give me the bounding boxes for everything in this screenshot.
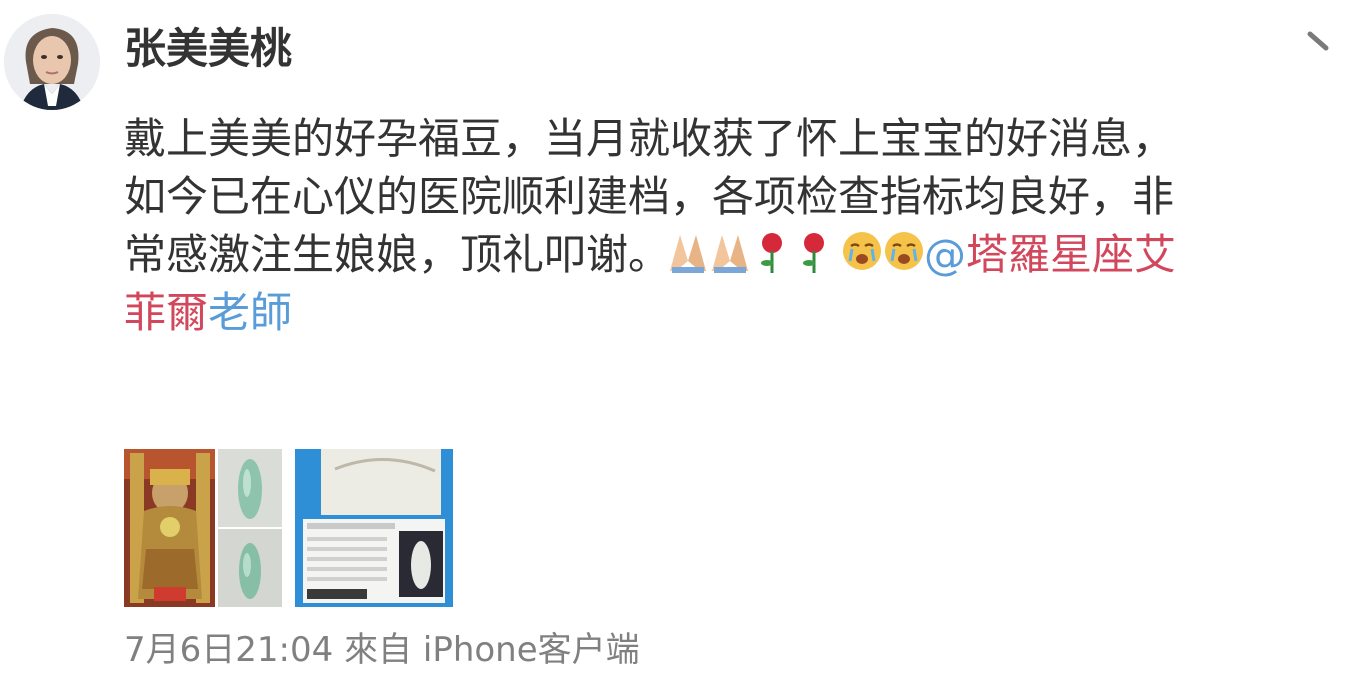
emoji-strip	[670, 229, 924, 275]
chevron-down-icon[interactable]	[1306, 28, 1332, 54]
mention-link[interactable]: @塔羅星座艾	[924, 230, 1176, 279]
rose-icon	[803, 233, 825, 273]
mention-at-sign: @	[924, 230, 967, 279]
mention-name-part-3: 老師	[208, 288, 293, 337]
mention-name-part-1: 塔羅星座艾	[966, 230, 1177, 279]
image-thumbnail[interactable]	[124, 449, 282, 607]
avatar-portrait	[4, 14, 100, 110]
post-timestamp[interactable]: 7月6日21:04	[124, 630, 333, 670]
post-text-line: 戴上美美的好孕福豆，当月就收获了怀上宝宝的好消息，	[124, 114, 1175, 163]
image-thumbnail[interactable]	[295, 449, 453, 607]
mention-name-part-2: 菲爾	[124, 288, 209, 337]
author-name[interactable]: 张美美桃	[124, 22, 292, 76]
crying-face-icon	[885, 232, 924, 270]
praying-hands-icon	[712, 235, 749, 273]
post-text: 戴上美美的好孕福豆，当月就收获了怀上宝宝的好消息， 如今已在心仪的医院顺利建档，…	[124, 110, 1329, 342]
post-text-line: 如今已在心仪的医院顺利建档，各项检查指标均良好，非	[124, 172, 1175, 221]
post-source: 來自 iPhone客户端	[344, 630, 640, 670]
post-text-line-4: 菲爾老師	[124, 284, 1329, 342]
avatar[interactable]	[4, 14, 100, 110]
mention-link-continued[interactable]: 菲爾老師	[124, 288, 292, 337]
rose-icon	[761, 233, 783, 273]
weibo-post: 张美美桃 戴上美美的好孕福豆，当月就收获了怀上宝宝的好消息， 如今已在心仪的医院…	[0, 0, 1346, 686]
praying-hands-icon	[670, 235, 707, 273]
post-text-line: 常感激注生娘娘，顶礼叩谢。	[124, 230, 671, 279]
post-meta: 7月6日21:04 來自 iPhone客户端	[124, 628, 640, 672]
post-text-line-3: 常感激注生娘娘，顶礼叩谢。 @塔羅星座艾	[124, 226, 1329, 284]
crying-face-icon	[843, 232, 882, 270]
